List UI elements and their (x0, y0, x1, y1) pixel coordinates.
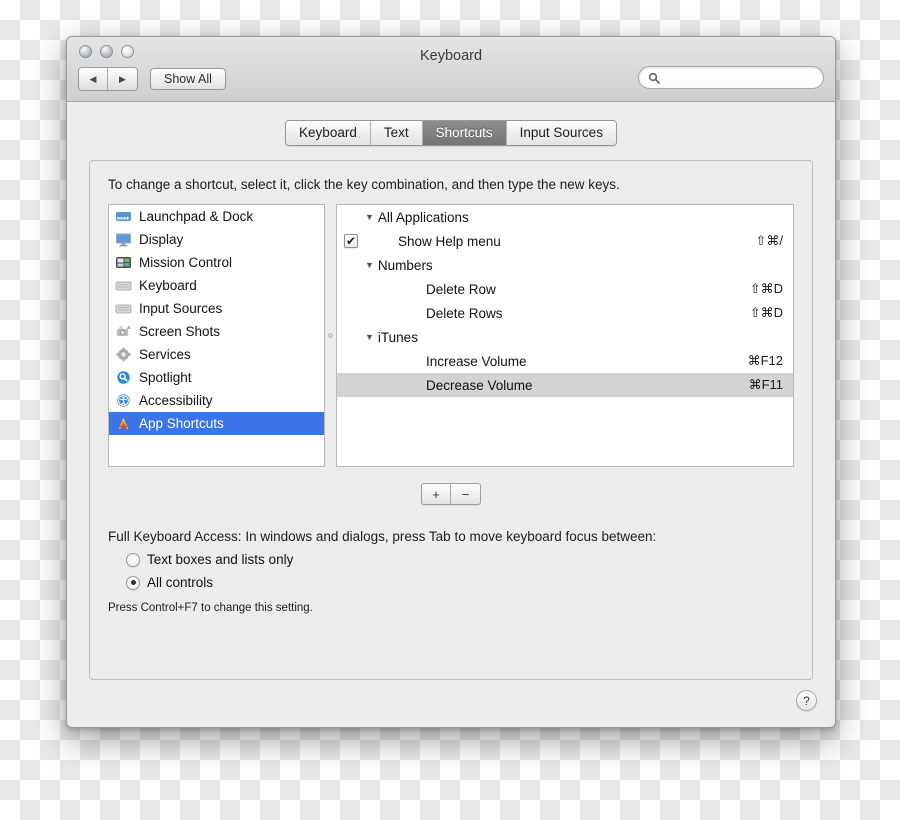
tab-keyboard[interactable]: Keyboard (286, 121, 371, 145)
radio-text-boxes-and-lists[interactable]: Text boxes and lists only (108, 552, 794, 567)
table-row[interactable]: Delete Row ⇧⌘D (337, 277, 793, 301)
chevron-down-icon[interactable]: ▼ (365, 212, 374, 222)
shortcut-name: Decrease Volume (426, 377, 533, 393)
launchpad-dock-icon (116, 212, 131, 221)
window-title: Keyboard (419, 48, 483, 64)
tree-group-row[interactable]: ▼ iTunes (337, 325, 793, 349)
shortcut-name: Increase Volume (426, 353, 527, 369)
tree-group-label: iTunes (377, 329, 418, 345)
sidebar-item-label: Input Sources (139, 301, 223, 316)
services-gear-icon (116, 347, 131, 362)
sidebar-item-keyboard[interactable]: Keyboard (109, 274, 324, 297)
search-icon (648, 72, 660, 84)
shortcut-name: Show Help menu (398, 233, 501, 249)
tab-shortcuts[interactable]: Shortcuts (422, 121, 507, 145)
shortcut-name: Delete Row (426, 281, 496, 297)
display-icon (116, 233, 131, 247)
full-keyboard-access-label: Full Keyboard Access: In windows and dia… (108, 529, 657, 544)
shortcut-key[interactable]: ⇧⌘/ (755, 233, 783, 249)
sidebar-item-mission-control[interactable]: Mission Control (109, 251, 324, 274)
tree-group-label-wrap: ▼ iTunes (365, 330, 783, 345)
tree-group-row[interactable]: ▼ All Applications (337, 205, 793, 229)
shortcuts-list[interactable]: ▼ All Applications ✔ Show Help menu ⇧⌘/ (336, 204, 794, 467)
window-titlebar: Keyboard ◀ ▶ Show All (67, 37, 835, 102)
navigation-segmented-control: ◀ ▶ (78, 67, 138, 91)
spotlight-icon (117, 371, 130, 384)
search-input[interactable] (665, 70, 814, 85)
radio-label: All controls (147, 575, 214, 590)
sidebar-item-screen-shots[interactable]: Screen Shots (109, 320, 324, 343)
shortcuts-panel: To change a shortcut, select it, click t… (89, 160, 813, 680)
radio-all-controls[interactable]: All controls (108, 575, 794, 590)
tree-group-label: Numbers (377, 257, 433, 273)
category-list[interactable]: Launchpad & Dock Display Mission Control… (108, 204, 325, 467)
checkbox-slot: ✔ (337, 234, 365, 248)
shortcut-enabled-checkbox[interactable]: ✔ (344, 234, 358, 248)
tab-input-sources[interactable]: Input Sources (506, 121, 616, 145)
sidebar-item-spotlight[interactable]: Spotlight (109, 366, 324, 389)
tab-bar: Keyboard Text Shortcuts Input Sources (89, 120, 813, 146)
chevron-down-icon[interactable]: ▼ (365, 332, 374, 342)
sidebar-item-label: Launchpad & Dock (139, 209, 254, 224)
shortcut-key[interactable]: ⇧⌘D (750, 305, 783, 321)
shortcut-lists: Launchpad & Dock Display Mission Control… (108, 204, 794, 467)
back-button[interactable]: ◀ (79, 68, 108, 90)
keyboard-icon (115, 281, 132, 291)
tree-group-label: All Applications (377, 209, 469, 225)
full-keyboard-access-note: Press Control+F7 to change this setting. (108, 602, 313, 614)
sidebar-item-app-shortcuts[interactable]: App Shortcuts (109, 412, 324, 435)
radio-selected-dot (130, 580, 136, 585)
tree-group-label-wrap: ▼ All Applications (365, 210, 783, 225)
sidebar-item-label: Keyboard (139, 278, 197, 293)
shortcut-key[interactable]: ⌘F11 (749, 377, 783, 393)
list-splitter[interactable] (325, 204, 336, 467)
tree-group-label-wrap: ▼ Numbers (365, 258, 783, 273)
sidebar-item-services[interactable]: Services (109, 343, 324, 366)
screen-shots-icon (117, 325, 130, 336)
remove-shortcut-button[interactable]: − (451, 484, 480, 504)
input-sources-icon (115, 304, 132, 314)
help-button[interactable]: ? (796, 690, 817, 711)
sidebar-item-label: Services (139, 347, 191, 362)
radio-button[interactable] (126, 552, 140, 567)
sidebar-item-label: Display (139, 232, 184, 247)
sidebar-item-label: Accessibility (139, 393, 213, 408)
sidebar-item-label: Spotlight (139, 370, 192, 385)
sidebar-item-display[interactable]: Display (109, 228, 324, 251)
shortcut-key[interactable]: ⌘F12 (748, 353, 783, 369)
sidebar-item-label: Mission Control (139, 255, 233, 270)
shortcut-name: Delete Rows (426, 305, 503, 321)
app-shortcuts-icon (118, 417, 129, 429)
instruction-text: To change a shortcut, select it, click t… (108, 177, 620, 192)
search-field[interactable] (638, 66, 824, 89)
radio-button[interactable] (126, 575, 140, 590)
table-row[interactable]: Increase Volume ⌘F12 (337, 349, 793, 373)
toolbar-controls: ◀ ▶ Show All (78, 67, 226, 91)
table-row[interactable]: ✔ Show Help menu ⇧⌘/ (337, 229, 793, 253)
sidebar-item-accessibility[interactable]: Accessibility (109, 389, 324, 412)
tree-group-row[interactable]: ▼ Numbers (337, 253, 793, 277)
chevron-down-icon[interactable]: ▼ (365, 260, 374, 270)
shortcut-key[interactable]: ⇧⌘D (750, 281, 783, 297)
tab-text[interactable]: Text (370, 121, 423, 145)
table-row[interactable]: Delete Rows ⇧⌘D (337, 301, 793, 325)
add-shortcut-button[interactable]: + (422, 484, 451, 504)
sidebar-item-input-sources[interactable]: Input Sources (109, 297, 324, 320)
sidebar-item-launchpad-dock[interactable]: Launchpad & Dock (109, 205, 324, 228)
sidebar-item-label: App Shortcuts (139, 416, 224, 431)
forward-button[interactable]: ▶ (108, 68, 137, 90)
radio-label: Text boxes and lists only (147, 552, 294, 567)
accessibility-icon (117, 394, 130, 407)
window-body: Keyboard Text Shortcuts Input Sources To… (67, 102, 835, 680)
splitter-grip (328, 333, 333, 338)
sidebar-item-label: Screen Shots (139, 324, 221, 339)
show-all-button[interactable]: Show All (150, 68, 226, 90)
mission-control-icon (116, 257, 131, 268)
list-edit-buttons: + − (108, 483, 794, 505)
keyboard-preferences-window: Keyboard ◀ ▶ Show All Keyboard Text Shor… (66, 36, 836, 728)
table-row[interactable]: Decrease Volume ⌘F11 (337, 373, 793, 397)
